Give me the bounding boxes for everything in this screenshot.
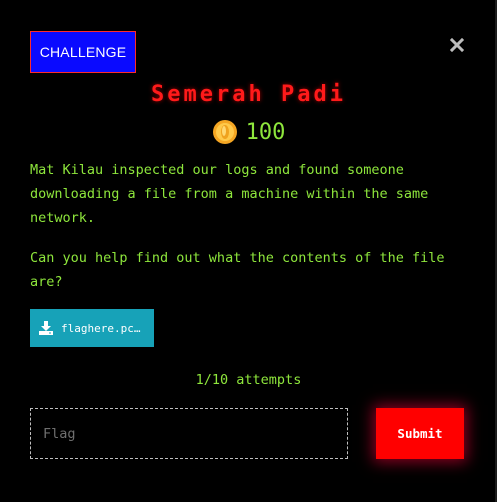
points-row: 100 [0,119,497,145]
close-icon[interactable] [448,36,466,54]
flag-input[interactable] [30,408,348,459]
description-paragraph: Can you help find out what the contents … [30,250,445,290]
download-file-button[interactable]: flaghere.pcap [30,309,154,347]
challenge-title: Semerah Padi [151,82,346,107]
points-value: 100 [245,119,286,145]
description-paragraph: Mat Kilau inspected our logs and found s… [30,162,429,226]
file-name: flaghere.pcap [61,321,143,335]
coin-icon [212,120,237,144]
submit-button[interactable]: Submit [376,408,464,459]
download-icon [39,321,53,335]
challenge-modal: CHALLENGE Semerah Padi 100 Mat Kilau ins… [0,0,497,502]
attempts-counter: 1/10 attempts [195,372,302,388]
category-tag: CHALLENGE [30,31,136,73]
